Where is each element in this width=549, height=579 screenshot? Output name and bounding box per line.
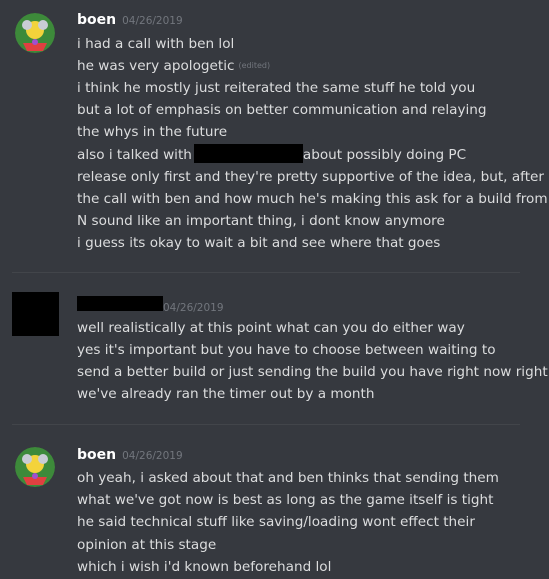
message-line: the call with ben and how much he's maki… [77,191,548,207]
message-text: about possibly doing PC [302,147,467,163]
timestamp[interactable]: 04/26/2019 [122,15,183,27]
username[interactable]: boen [77,12,116,28]
message-header: boen 04/26/2019 [77,447,183,467]
message-header: boen 04/26/2019 [77,12,183,32]
message-line: we've already ran the timer out by a mon… [77,386,375,402]
avatar[interactable] [12,292,59,336]
redaction-box [193,144,303,163]
message-line: send a better build or just sending the … [77,364,548,380]
message-line: the whys in the future [77,124,228,140]
username-redaction-box[interactable] [77,296,163,311]
message-line: what we've got now is best as long as th… [77,492,494,508]
message-header: 04/26/2019 [77,296,224,316]
message-divider [12,424,520,425]
avatar-image-icon [15,13,55,53]
message-line: which i wish i'd known beforehand lol [77,559,332,575]
message-line: oh yeah, i asked about that and ben thin… [77,470,499,486]
message-text: also i talked with [77,147,192,163]
message-line: i guess its okay to wait a bit and see w… [77,235,441,251]
username[interactable]: boen [77,447,116,463]
message-text: he was very apologetic [77,58,235,74]
message-line: opinion at this stage [77,537,217,553]
timestamp[interactable]: 04/26/2019 [122,450,183,462]
message-line: i think he mostly just reiterated the sa… [77,80,476,96]
message-line: he said technical stuff like saving/load… [77,514,475,530]
message-line: also i talked with about possibly doing P… [77,144,543,166]
message-line: i had a call with ben lol [77,36,235,52]
message-line: but a lot of emphasis on better communic… [77,102,487,118]
message-line: yes it's important but you have to choos… [77,342,496,358]
message-line: well realistically at this point what ca… [77,320,465,336]
message-line: release only first and they're pretty su… [77,169,544,185]
avatar[interactable] [15,13,55,53]
message-divider [12,272,520,273]
message-line: he was very apologetic (edited) [77,55,543,77]
avatar[interactable] [15,447,55,487]
message-line: N sound like an important thing, i dont … [77,213,445,229]
avatar-image-icon [15,447,55,487]
edited-label: (edited) [238,61,271,70]
timestamp[interactable]: 04/26/2019 [163,302,224,314]
